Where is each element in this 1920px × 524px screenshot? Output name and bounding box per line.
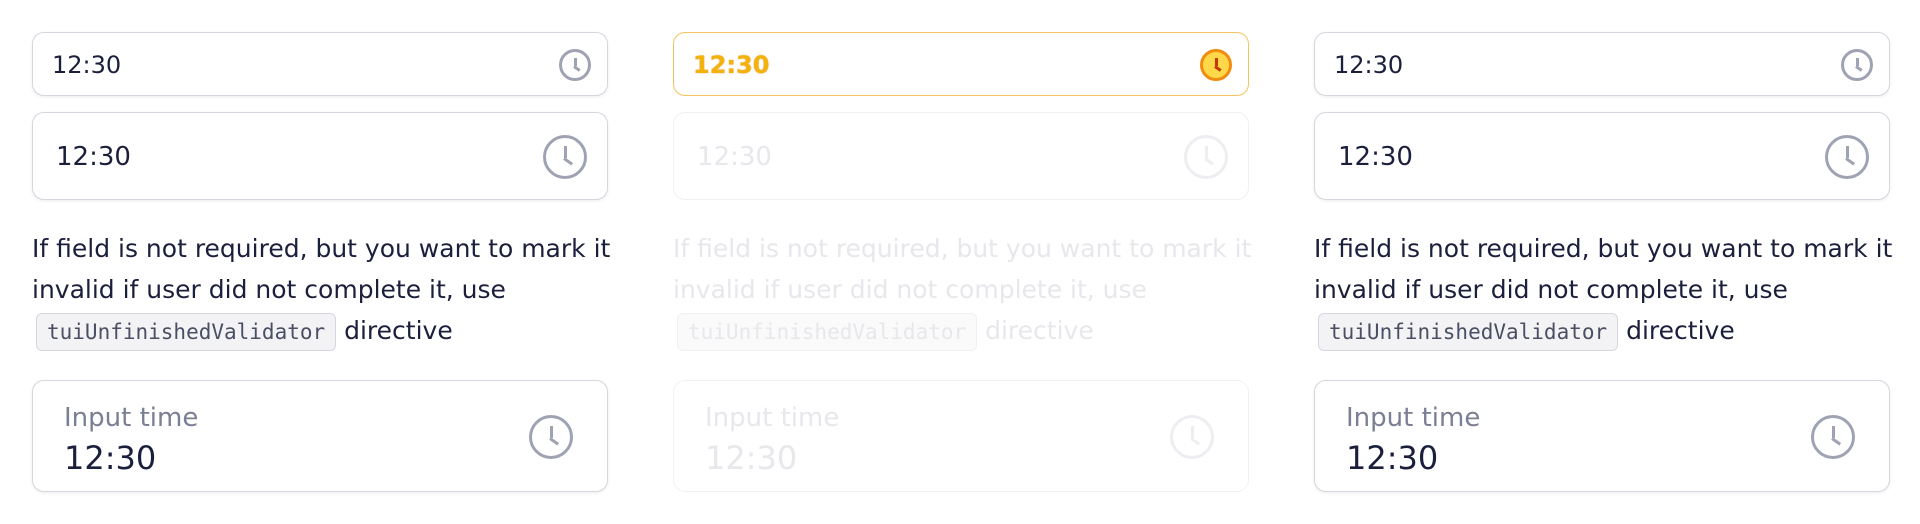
example-column-1: 12:30 12:30 If field is not required, bu… <box>0 0 641 524</box>
clock-icon[interactable] <box>559 49 591 81</box>
time-input-labeled[interactable]: Input time 12:30 <box>1314 380 1890 492</box>
clock-icon[interactable] <box>1170 415 1214 459</box>
time-input-labeled[interactable]: Input time 12:30 <box>32 380 608 492</box>
description-paragraph: If field is not required, but you want t… <box>1314 228 1904 351</box>
time-value: 12:30 <box>693 51 770 79</box>
example-column-2: 12:30 12:30 If field is not required, bu… <box>641 0 1282 524</box>
time-value: 12:30 <box>1334 51 1404 79</box>
paragraph-suffix: directive <box>985 316 1094 345</box>
clock-icon[interactable] <box>1811 415 1855 459</box>
clock-icon[interactable] <box>529 415 573 459</box>
time-input-medium[interactable]: 12:30 <box>673 112 1249 200</box>
time-value: 12:30 <box>697 142 772 172</box>
input-label: Input time <box>64 403 199 433</box>
time-value: 12:30 <box>1338 142 1413 172</box>
time-input-small[interactable]: 12:30 <box>673 32 1249 96</box>
description-paragraph: If field is not required, but you want t… <box>673 228 1263 351</box>
time-input-medium[interactable]: 12:30 <box>32 112 608 200</box>
time-input-medium[interactable]: 12:30 <box>1314 112 1890 200</box>
input-label: Input time <box>705 403 840 433</box>
paragraph-text: If field is not required, but you want t… <box>1314 234 1893 304</box>
paragraph-text: If field is not required, but you want t… <box>32 234 611 304</box>
clock-icon[interactable] <box>1825 135 1869 179</box>
code-snippet: tuiUnfinishedValidator <box>677 313 978 351</box>
code-snippet: tuiUnfinishedValidator <box>36 313 337 351</box>
time-input-small[interactable]: 12:30 <box>1314 32 1890 96</box>
clock-icon[interactable] <box>1184 135 1228 179</box>
time-input-labeled[interactable]: Input time 12:30 <box>673 380 1249 492</box>
time-value: 12:30 <box>705 439 798 477</box>
time-input-small[interactable]: 12:30 <box>32 32 608 96</box>
clock-icon[interactable] <box>1841 49 1873 81</box>
clock-icon[interactable] <box>543 135 587 179</box>
paragraph-text: If field is not required, but you want t… <box>673 234 1252 304</box>
code-snippet: tuiUnfinishedValidator <box>1318 313 1619 351</box>
description-paragraph: If field is not required, but you want t… <box>32 228 622 351</box>
time-value: 12:30 <box>1346 439 1439 477</box>
paragraph-suffix: directive <box>344 316 453 345</box>
example-column-3: 12:30 12:30 If field is not required, bu… <box>1282 0 1920 524</box>
time-value: 12:30 <box>56 142 131 172</box>
paragraph-suffix: directive <box>1626 316 1735 345</box>
clock-icon[interactable] <box>1200 49 1232 81</box>
input-label: Input time <box>1346 403 1481 433</box>
time-value: 12:30 <box>64 439 157 477</box>
time-value: 12:30 <box>52 51 122 79</box>
